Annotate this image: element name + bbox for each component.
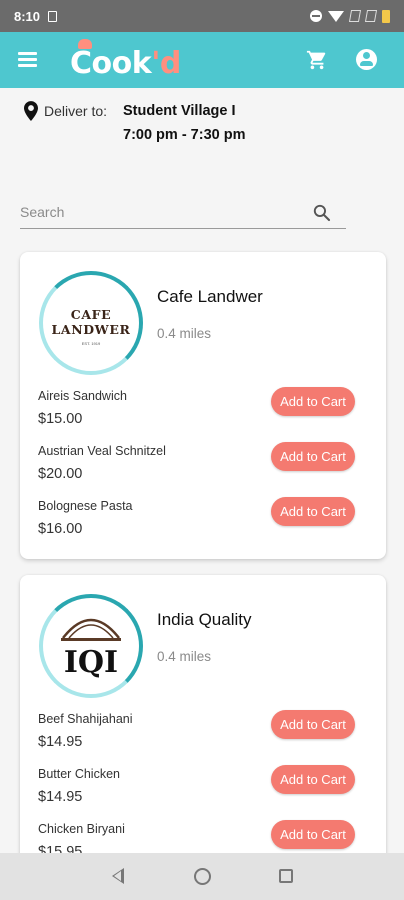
deliver-to-label: Deliver to:	[44, 103, 108, 119]
menu-item: Austrian Veal Schnitzel $20.00 Add to Ca…	[38, 442, 368, 494]
logo-part-ook: ook	[91, 46, 152, 81]
logo-part-d: 'd	[151, 46, 181, 81]
item-price: $14.95	[38, 789, 83, 805]
account-icon[interactable]	[356, 49, 377, 70]
app-bar: Cook'd	[0, 32, 404, 88]
menu-item: Beef Shahijahani $14.95 Add to Cart	[38, 710, 368, 762]
battery-icon	[382, 9, 390, 23]
system-navigation-bar	[0, 853, 404, 900]
restaurant-card[interactable]: CAFE LANDWER EST. 1919 Cafe Landwer 0.4 …	[20, 252, 386, 559]
restaurant-logo: IQI	[39, 594, 143, 698]
restaurant-logo: CAFE LANDWER EST. 1919	[39, 271, 143, 375]
add-to-cart-button[interactable]: Add to Cart	[271, 387, 355, 416]
menu-item: Aireis Sandwich $15.00 Add to Cart	[38, 387, 368, 439]
cart-icon[interactable]	[306, 49, 328, 71]
restaurant-card[interactable]: IQI India Quality 0.4 miles Beef Shahija…	[20, 575, 386, 875]
item-price: $15.00	[38, 411, 83, 427]
signal-icon	[364, 10, 378, 22]
signal-icon	[348, 10, 362, 22]
logo-part-c: C	[70, 46, 92, 81]
india-quality-logo: IQI	[61, 618, 121, 680]
add-to-cart-button[interactable]: Add to Cart	[271, 765, 355, 794]
add-to-cart-button[interactable]: Add to Cart	[271, 497, 355, 526]
item-price: $14.95	[38, 734, 83, 750]
sim-icon	[48, 10, 58, 22]
restaurant-name: Cafe Landwer	[157, 287, 263, 306]
wifi-icon	[328, 10, 344, 22]
app-logo: Cook'd	[70, 39, 190, 84]
restaurant-name: India Quality	[157, 610, 252, 629]
home-icon[interactable]	[194, 868, 211, 885]
menu-icon[interactable]	[18, 52, 37, 67]
search-icon[interactable]	[312, 203, 331, 222]
cafe-landwer-logo-text: CAFE LANDWER	[51, 307, 131, 337]
item-name: Chicken Biryani	[38, 822, 125, 836]
restaurant-distance: 0.4 miles	[157, 649, 212, 664]
back-icon[interactable]	[112, 868, 124, 884]
item-name: Beef Shahijahani	[38, 712, 133, 726]
item-name: Butter Chicken	[38, 767, 120, 781]
delivery-time-window: 7:00 pm - 7:30 pm	[123, 127, 246, 143]
location-pin-icon	[24, 101, 38, 121]
restaurant-distance: 0.4 miles	[157, 326, 212, 341]
do-not-disturb-icon	[310, 10, 322, 22]
add-to-cart-button[interactable]: Add to Cart	[271, 442, 355, 471]
menu-item: Bolognese Pasta $16.00 Add to Cart	[38, 497, 368, 549]
item-name: Austrian Veal Schnitzel	[38, 444, 166, 458]
item-name: Aireis Sandwich	[38, 389, 127, 403]
item-price: $20.00	[38, 466, 83, 482]
add-to-cart-button[interactable]: Add to Cart	[271, 710, 355, 739]
status-bar: 8:10	[0, 0, 404, 32]
item-name: Bolognese Pasta	[38, 499, 133, 513]
search-bar	[20, 198, 346, 229]
search-input[interactable]	[20, 200, 300, 224]
add-to-cart-button[interactable]: Add to Cart	[271, 820, 355, 849]
status-icons	[310, 9, 390, 23]
delivery-info[interactable]: Deliver to: Student Village I 7:00 pm - …	[24, 98, 384, 152]
menu-item: Butter Chicken $14.95 Add to Cart	[38, 765, 368, 817]
item-price: $16.00	[38, 521, 83, 537]
status-time: 8:10	[14, 8, 41, 24]
recent-apps-icon[interactable]	[279, 869, 293, 883]
svg-text:IQI: IQI	[64, 645, 118, 680]
delivery-location: Student Village I	[123, 103, 236, 119]
